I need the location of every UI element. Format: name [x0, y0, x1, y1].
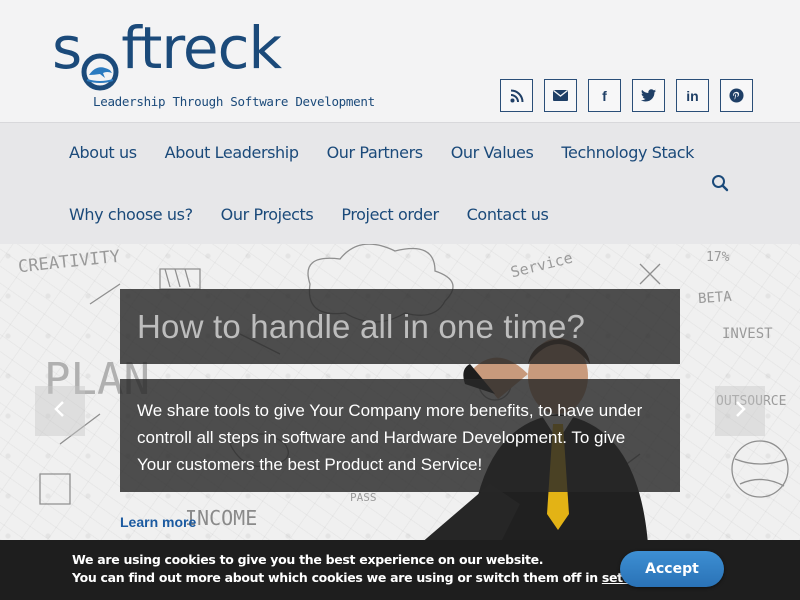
- nav-why-choose-us[interactable]: Why choose us?: [69, 205, 193, 224]
- mail-icon: [553, 90, 568, 101]
- pinterest-button[interactable]: [720, 79, 753, 112]
- nav-our-values[interactable]: Our Values: [451, 143, 534, 162]
- twitter-icon: [641, 89, 656, 102]
- chevron-right-icon: [733, 400, 747, 422]
- cookie-message-line-2: You can find out more about which cookie…: [72, 570, 662, 585]
- pinterest-icon: [729, 88, 744, 103]
- learn-more-link[interactable]: Learn more: [120, 514, 196, 530]
- logo-letters-ftreck: ftreck: [121, 14, 282, 82]
- slider-next-button[interactable]: [715, 386, 765, 436]
- slide-description-box: We share tools to give Your Company more…: [120, 379, 680, 492]
- nav-our-projects[interactable]: Our Projects: [221, 205, 314, 224]
- slide-description: We share tools to give Your Company more…: [137, 401, 643, 474]
- site-tagline: Leadership Through Software Development: [93, 94, 375, 109]
- search-icon[interactable]: [711, 174, 729, 192]
- social-links: f in: [500, 79, 753, 112]
- slide-title: How to handle all in one time?: [137, 308, 586, 345]
- nav-about-us[interactable]: About us: [69, 143, 137, 162]
- logo-letter-s: s: [52, 14, 82, 82]
- cookie-message-line-1: We are using cookies to give you the bes…: [72, 552, 544, 567]
- linkedin-button[interactable]: in: [676, 79, 709, 112]
- nav-contact-us[interactable]: Contact us: [467, 205, 549, 224]
- nav-about-leadership[interactable]: About Leadership: [165, 143, 299, 162]
- hero-slider: CREATIVITY PLAN Service BETA INVEST OUTS…: [0, 244, 800, 540]
- facebook-button[interactable]: f: [588, 79, 621, 112]
- rss-icon: [510, 89, 524, 103]
- accept-cookies-button[interactable]: Accept: [620, 551, 724, 587]
- cookie-notice-bar: We are using cookies to give you the bes…: [0, 540, 800, 600]
- cookie-message-text: You can find out more about which cookie…: [72, 570, 602, 585]
- nav-our-partners[interactable]: Our Partners: [327, 143, 423, 162]
- nav-technology-stack[interactable]: Technology Stack: [561, 143, 694, 162]
- nav-row-2: Why choose us? Our Projects Project orde…: [69, 205, 576, 224]
- mail-button[interactable]: [544, 79, 577, 112]
- facebook-icon: f: [602, 87, 607, 104]
- twitter-button[interactable]: [632, 79, 665, 112]
- linkedin-icon: in: [686, 87, 699, 104]
- site-header: s ftreck Leadership Through Software Dev…: [0, 0, 800, 122]
- rss-button[interactable]: [500, 79, 533, 112]
- main-navigation: About us About Leadership Our Partners O…: [0, 122, 800, 244]
- site-logo[interactable]: s ftreck: [52, 14, 282, 91]
- slider-prev-button[interactable]: [35, 386, 85, 436]
- slide-title-box: How to handle all in one time?: [120, 289, 680, 364]
- nav-project-order[interactable]: Project order: [341, 205, 439, 224]
- dolphin-icon: [81, 39, 119, 91]
- nav-row-1: About us About Leadership Our Partners O…: [69, 143, 722, 162]
- chevron-left-icon: [53, 400, 67, 422]
